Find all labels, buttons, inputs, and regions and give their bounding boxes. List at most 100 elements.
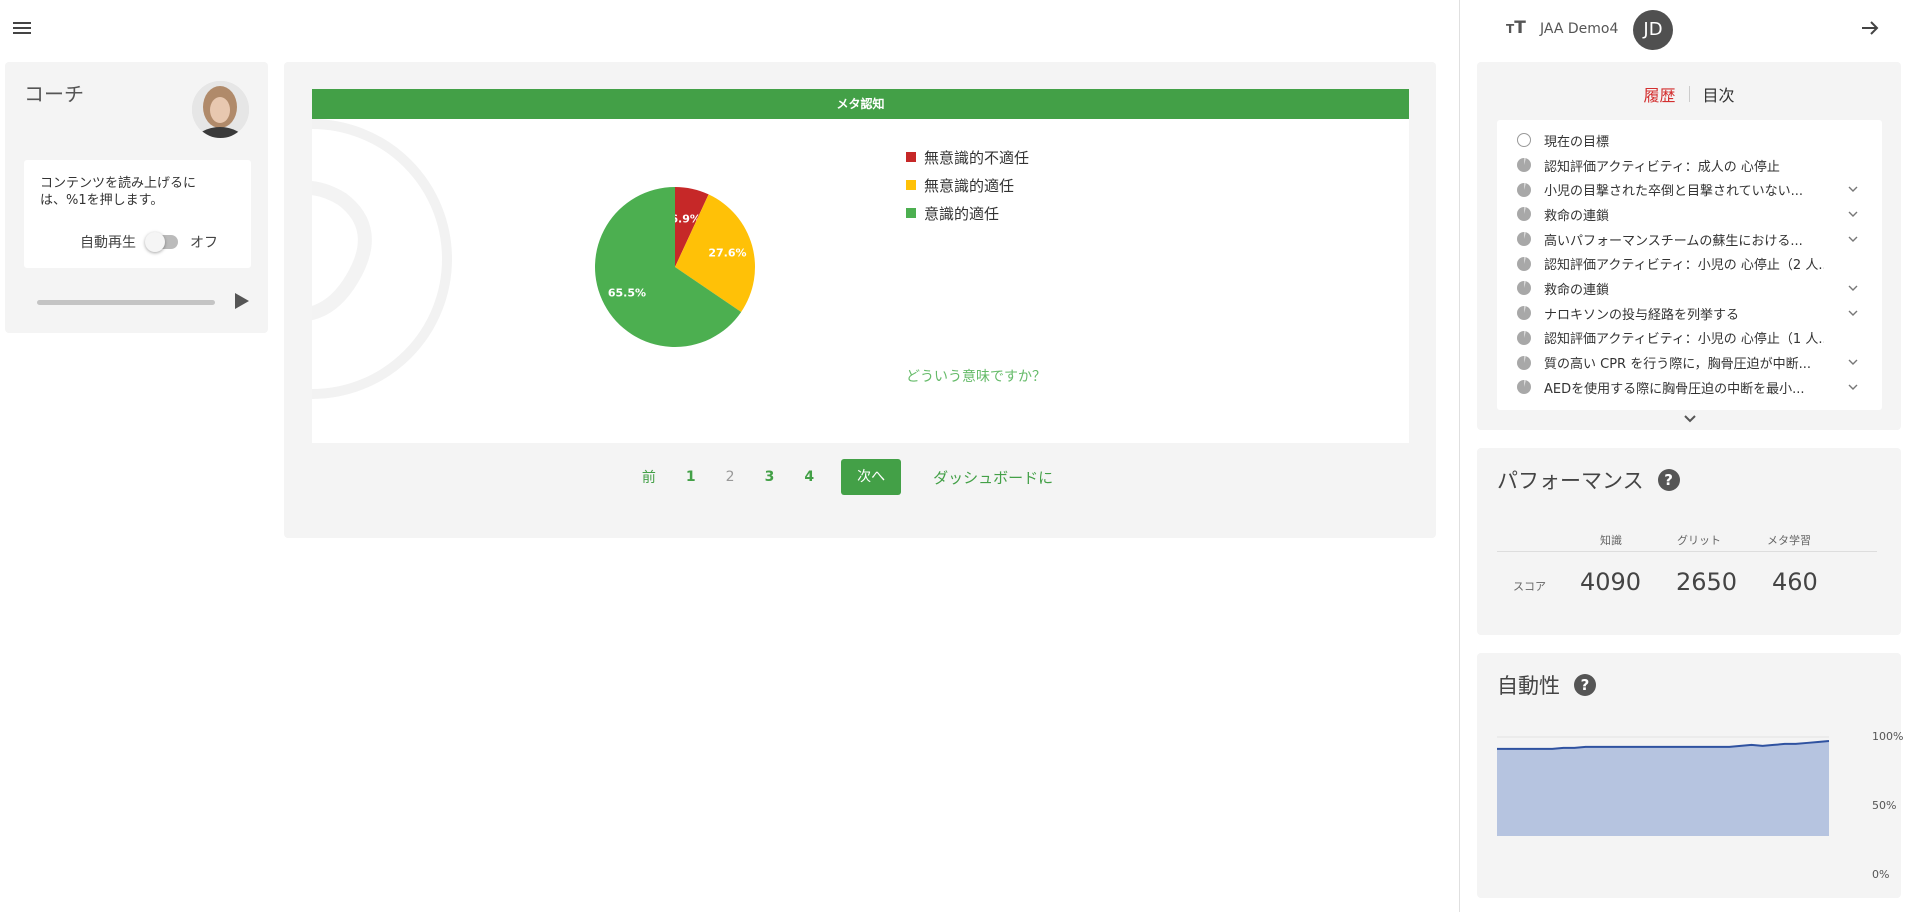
expand-more-chevron-icon[interactable] — [1682, 413, 1698, 425]
history-item-label: 質の高い CPR を行う際に，胸骨圧迫が中断... — [1544, 357, 1811, 373]
performance-title: パフォーマンス — [1497, 469, 1644, 493]
autoplay-toggle[interactable] — [145, 232, 178, 252]
history-item-label: 高いパフォーマンスチームの蘇生における... — [1544, 233, 1803, 249]
coach-card: コンテンツを読み上げるには、%1を押します。 自動再生 オフ — [24, 160, 251, 268]
legend-item: 意識的適任 — [906, 199, 1029, 227]
page-link-4[interactable]: 4 — [789, 469, 829, 485]
prev-page-link[interactable]: 前 — [627, 467, 671, 487]
progress-circle-icon — [1517, 158, 1531, 173]
column-header-grit: グリット — [1677, 534, 1721, 547]
history-list: 現在の目標認知評価アクティビティ：成人の 心停止小児の目撃された卒倒と目撃されて… — [1497, 120, 1882, 410]
history-item-label: 救命の連鎖 — [1544, 282, 1610, 298]
history-item[interactable]: 救命の連鎖 — [1497, 202, 1882, 227]
progress-circle-icon — [1517, 330, 1531, 345]
score-knowledge: 4090 — [1580, 568, 1642, 596]
history-item-label: 認知評価アクティビティ：小児の 心停止（1 人... — [1544, 332, 1824, 348]
sidebar-header: TT JAA Demo4 JD — [1460, 0, 1909, 58]
font-size-icon[interactable]: TT — [1506, 18, 1526, 38]
automaticity-chart — [1497, 736, 1830, 836]
autoplay-row: 自動再生 オフ — [80, 232, 218, 252]
pie-slice-label-2: 65.5% — [608, 286, 646, 299]
chevron-down-icon[interactable] — [1846, 306, 1860, 320]
progress-circle-icon — [1517, 355, 1531, 370]
automaticity-area — [1497, 740, 1829, 836]
chevron-down-icon[interactable] — [1846, 380, 1860, 394]
chevron-down-icon[interactable] — [1846, 355, 1860, 369]
legend-swatch — [906, 208, 916, 218]
legend-item: 無意識的不適任 — [906, 143, 1029, 171]
y-tick-50: 50% — [1872, 799, 1897, 812]
chart-card: メタ認知 6.9% 27.6% 65.5% 無意識的不適任 無意識的適任 意識的適任 ど… — [312, 89, 1409, 443]
score-metalearning: 460 — [1772, 568, 1818, 596]
chevron-down-icon[interactable] — [1846, 281, 1860, 295]
history-item[interactable]: 高いパフォーマンスチームの蘇生における... — [1497, 227, 1882, 252]
history-item-label: 小児の目撃された卒倒と目撃されていない... — [1544, 184, 1804, 200]
history-item-label: 認知評価アクティビティ：成人の 心停止 — [1544, 159, 1780, 175]
history-item[interactable]: 救命の連鎖 — [1497, 276, 1882, 301]
score-grit: 2650 — [1676, 568, 1738, 596]
history-item[interactable]: 認知評価アクティビティ：小児の 心停止（1 人... — [1497, 326, 1882, 351]
coach-instruction: コンテンツを読み上げるには、%1を押します。 — [40, 176, 197, 208]
progress-circle-icon — [1517, 232, 1531, 247]
empty-circle-icon — [1517, 133, 1531, 148]
chevron-down-icon[interactable] — [1846, 182, 1860, 196]
page-link-1[interactable]: 1 — [671, 469, 711, 485]
progress-circle-icon — [1517, 256, 1531, 271]
history-item-label: 現在の目標 — [1544, 134, 1610, 150]
history-item-label: 救命の連鎖 — [1544, 208, 1610, 224]
hamburger-menu-icon[interactable] — [13, 19, 35, 37]
progress-circle-icon — [1517, 281, 1531, 296]
history-item[interactable]: AEDを使用する際に胸骨圧迫の中断を最小... — [1497, 375, 1882, 400]
history-item[interactable]: 小児の目撃された卒倒と目撃されていない... — [1497, 177, 1882, 202]
history-item-label: ナロキソンの投与経路を列挙する — [1544, 307, 1740, 323]
legend-swatch — [906, 152, 916, 162]
page-link-2-current: 2 — [725, 469, 735, 485]
legend-swatch — [906, 180, 916, 190]
history-item-label: AEDを使用する際に胸骨圧迫の中断を最小... — [1544, 381, 1805, 397]
meaning-link[interactable]: どういう意味ですか？ — [906, 366, 1046, 386]
tab-history[interactable]: 履歴 — [1630, 82, 1688, 106]
dashboard-link[interactable]: ダッシュボードに — [933, 467, 1053, 488]
history-item[interactable]: 認知評価アクティビティ：成人の 心停止 — [1497, 153, 1882, 178]
history-panel: 履歴 目次 現在の目標認知評価アクティビティ：成人の 心停止小児の目撃された卒倒… — [1477, 62, 1901, 430]
pie-slice-label-1: 27.6% — [708, 246, 746, 259]
history-item[interactable]: 質の高い CPR を行う際に，胸骨圧迫が中断... — [1497, 350, 1882, 375]
progress-circle-icon — [1517, 380, 1531, 395]
right-sidebar: TT JAA Demo4 JD 履歴 目次 現在の目標認知評価アクティビティ：成… — [1459, 0, 1909, 912]
audio-progress-bar[interactable] — [37, 300, 215, 305]
table-divider — [1497, 551, 1877, 552]
coach-title: コーチ — [24, 82, 84, 106]
chevron-down-icon[interactable] — [1846, 207, 1860, 221]
history-item[interactable]: ナロキソンの投与経路を列挙する — [1497, 301, 1882, 326]
history-item[interactable]: 現在の目標 — [1497, 128, 1882, 153]
chart-legend: 無意識的不適任無意識的適任意識的適任 — [906, 143, 1029, 227]
pagination: 前 1 2 3 4 次へ ダッシュボードに — [284, 459, 1436, 495]
performance-title-row: パフォーマンス ? — [1497, 465, 1680, 495]
column-header-metalearning: メタ学習 — [1767, 534, 1811, 547]
main-panel: メタ認知 6.9% 27.6% 65.5% 無意識的不適任 無意識的適任 意識的適任 ど… — [284, 62, 1436, 538]
arrow-right-icon[interactable] — [1858, 16, 1882, 40]
toggle-knob — [145, 232, 165, 252]
automaticity-panel: 自動性 ? 100% 50% 0% — [1477, 653, 1904, 898]
help-icon[interactable]: ? — [1657, 469, 1680, 491]
progress-circle-icon — [1517, 182, 1531, 197]
history-item[interactable]: 認知評価アクティビティ：小児の 心停止（2 人... — [1497, 251, 1882, 276]
page-link-3[interactable]: 3 — [750, 469, 790, 485]
play-icon[interactable] — [233, 290, 251, 312]
progress-circle-icon — [1517, 306, 1531, 321]
legend-item: 無意識的適任 — [906, 171, 1029, 199]
user-name: JAA Demo4 — [1540, 21, 1619, 37]
score-row-label: スコア — [1513, 580, 1546, 593]
chevron-down-icon[interactable] — [1846, 232, 1860, 246]
autoplay-label: 自動再生 — [80, 235, 136, 251]
user-avatar[interactable]: JD — [1633, 10, 1673, 50]
autoplay-state: オフ — [190, 235, 218, 251]
history-item-label: 認知評価アクティビティ：小児の 心停止（2 人... — [1544, 258, 1824, 274]
coach-panel: コーチ コンテンツを読み上げるには、%1を押します。 自動再生 オフ — [5, 62, 268, 333]
y-tick-100: 100% — [1872, 730, 1904, 743]
history-tabs: 履歴 目次 — [1477, 82, 1901, 106]
next-button[interactable]: 次へ — [841, 459, 902, 495]
y-tick-0: 0% — [1872, 868, 1890, 881]
tab-contents[interactable]: 目次 — [1690, 82, 1748, 106]
legend-label: 無意識的適任 — [924, 176, 1015, 195]
